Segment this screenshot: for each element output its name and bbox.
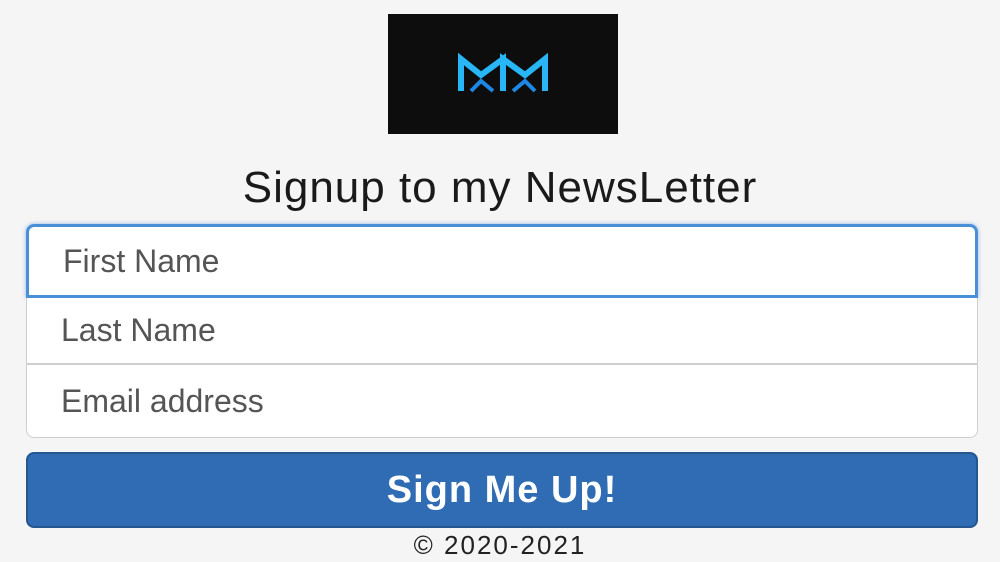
mm-logo-icon	[458, 52, 548, 93]
signup-form: Sign Me Up!	[26, 224, 978, 528]
last-name-input[interactable]	[26, 298, 978, 364]
page-title: Signup to my NewsLetter	[242, 163, 758, 212]
signup-page: Signup to my NewsLetter Sign Me Up! © 20…	[0, 0, 1000, 562]
first-name-input[interactable]	[26, 224, 978, 298]
logo	[388, 14, 618, 134]
sign-me-up-button[interactable]: Sign Me Up!	[26, 452, 978, 528]
copyright-footer: © 2020-2021	[413, 530, 587, 560]
email-input[interactable]	[26, 364, 978, 438]
